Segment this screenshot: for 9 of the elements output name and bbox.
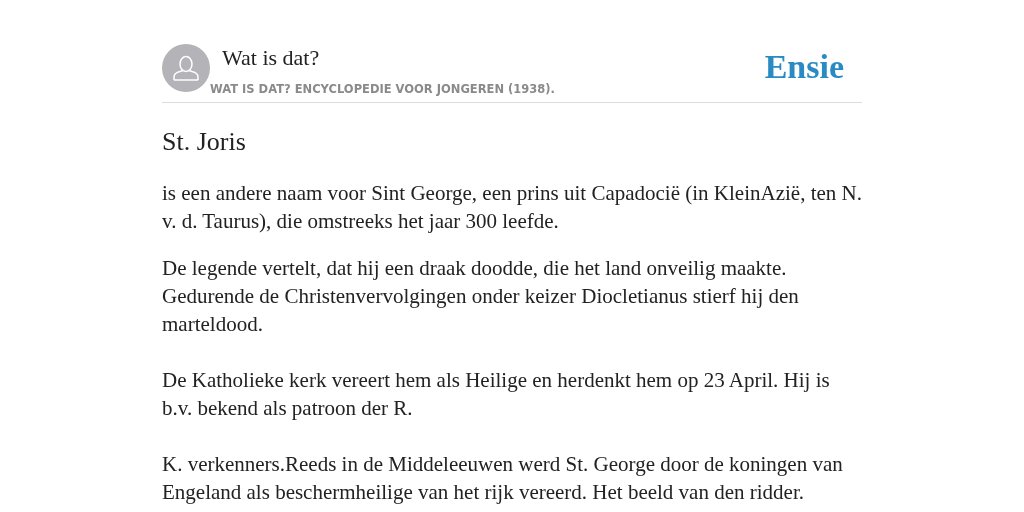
paragraph: De Katholieke kerk vereert hem als Heilige en herdenkt hem op 23 April. Hij is b.v. bekend als patroon der R.: [162, 367, 831, 422]
paragraph: is een andere naam voor Sint George, een prins uit Capadocië (in KleinAzië, ten N. v. d. Taurus), die omstreeks het jaar 300 leefde.: [162, 180, 862, 235]
source-title: WAT IS DAT? ENCYCLOPEDIE VOOR JONGEREN (1938).: [210, 82, 556, 96]
site-title[interactable]: Wat is dat?: [222, 44, 765, 72]
paragraph: De legende vertelt, dat hij een draak doodde, die het land onveilig maakte. Gedurende de Christenvervolgingen onder keizer Diocletianus stierf hij den marteldood.: [162, 255, 800, 338]
article-title: St. Joris: [162, 126, 247, 158]
logo[interactable]: Ensie: [764, 50, 844, 84]
avatar-icon: [162, 44, 210, 92]
paragraph: K. verkenners.Reeds in de Middeleeuwen werd St. George door de koningen van Engeland als beschermheilige van het rijk vereerd. Het beeld van den ridder.: [162, 451, 844, 506]
